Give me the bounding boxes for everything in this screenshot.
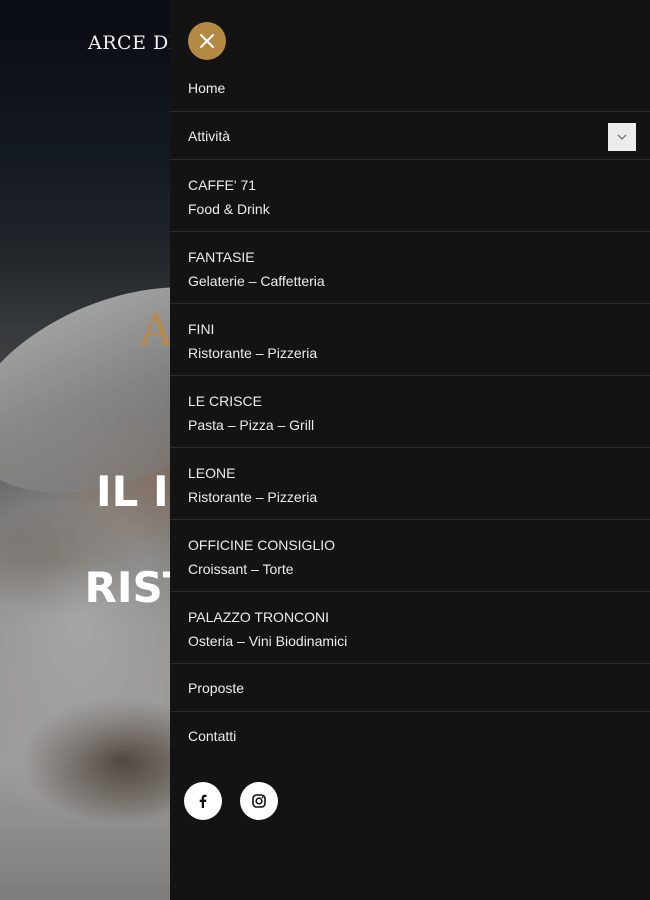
venue-name: FANTASIE bbox=[188, 249, 255, 265]
menu-item-attivita[interactable]: Attività bbox=[170, 112, 650, 160]
submenu-item-le-crisce[interactable]: LE CRISCE Pasta – Pizza – Grill bbox=[170, 376, 650, 448]
venue-description: Pasta – Pizza – Grill bbox=[188, 417, 315, 433]
menu-list: Home Attività CAFFE' 71 Food & Drink FAN… bbox=[170, 64, 650, 760]
menu-item-label: Attività bbox=[188, 128, 231, 144]
menu-item-contatti[interactable]: Contatti bbox=[170, 712, 650, 760]
menu-item-proposte[interactable]: Proposte bbox=[170, 664, 650, 712]
close-menu-button[interactable] bbox=[188, 22, 226, 60]
venue-description: Ristorante – Pizzeria bbox=[188, 345, 318, 361]
chevron-down-icon bbox=[617, 134, 627, 140]
venue-description: Osteria – Vini Biodinamici bbox=[188, 633, 348, 649]
venue-name: OFFICINE CONSIGLIO bbox=[188, 537, 336, 553]
submenu-item-fantasie[interactable]: FANTASIE Gelaterie – Caffetteria bbox=[170, 232, 650, 304]
facebook-icon bbox=[199, 794, 207, 808]
venue-name: LEONE bbox=[188, 465, 236, 481]
venue-description: Croissant – Torte bbox=[188, 561, 294, 577]
submenu-item-palazzo-tronconi[interactable]: PALAZZO TRONCONI Osteria – Vini Biodinam… bbox=[170, 592, 650, 664]
submenu-item-fini[interactable]: FINI Ristorante – Pizzeria bbox=[170, 304, 650, 376]
close-icon bbox=[200, 34, 214, 48]
venue-description: Food & Drink bbox=[188, 201, 270, 217]
venue-name: FINI bbox=[188, 321, 215, 337]
submenu-item-officine-consiglio[interactable]: OFFICINE CONSIGLIO Croissant – Torte bbox=[170, 520, 650, 592]
mobile-menu-panel: Home Attività CAFFE' 71 Food & Drink FAN… bbox=[170, 0, 650, 900]
submenu-item-leone[interactable]: LEONE Ristorante – Pizzeria bbox=[170, 448, 650, 520]
social-links bbox=[184, 782, 278, 820]
menu-item-label: Contatti bbox=[188, 728, 237, 744]
instagram-icon bbox=[252, 794, 266, 808]
menu-item-label: Home bbox=[188, 80, 226, 96]
submenu-item-caffe-71[interactable]: CAFFE' 71 Food & Drink bbox=[170, 160, 650, 232]
menu-item-home[interactable]: Home bbox=[170, 64, 650, 112]
venue-description: Ristorante – Pizzeria bbox=[188, 489, 318, 505]
instagram-link[interactable] bbox=[240, 782, 278, 820]
hero-accent-text: A bbox=[140, 305, 172, 356]
venue-name: LE CRISCE bbox=[188, 393, 262, 409]
venue-name: CAFFE' 71 bbox=[188, 177, 257, 193]
facebook-link[interactable] bbox=[184, 782, 222, 820]
submenu-toggle-button[interactable] bbox=[608, 123, 636, 151]
venue-name: PALAZZO TRONCONI bbox=[188, 609, 330, 625]
site-logo[interactable]: ARCE DI bbox=[88, 32, 177, 54]
venue-description: Gelaterie – Caffetteria bbox=[188, 273, 325, 289]
menu-item-label: Proposte bbox=[188, 680, 245, 696]
